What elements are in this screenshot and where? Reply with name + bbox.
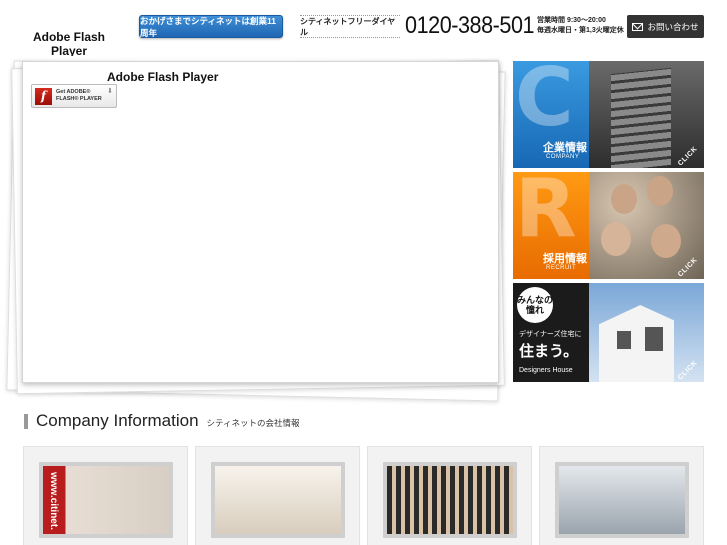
flash-title: Adobe Flash Player bbox=[107, 70, 219, 84]
staff-group-thumb bbox=[383, 462, 517, 538]
thumb-url-text: www.citinet. bbox=[48, 472, 59, 530]
company-label-en: COMPANY bbox=[546, 154, 580, 160]
company-info-heading: Company Information シティネットの会社情報 bbox=[24, 411, 300, 431]
recruit-label-en: RECRUIT bbox=[546, 265, 577, 271]
minna-badge: みんなの憧れ bbox=[517, 287, 553, 323]
company-card-1[interactable]: www.citinet. bbox=[23, 446, 188, 545]
company-label-jp: 企業情報 bbox=[543, 142, 587, 154]
get-flash-line-2: FLASH® PLAYER bbox=[56, 96, 102, 102]
company-card-2[interactable] bbox=[195, 446, 360, 545]
get-flash-line-1: Get ADOBE® bbox=[56, 89, 91, 95]
hours-line-1: 営業時間 9:30〜20:00 bbox=[537, 17, 606, 24]
designers-house-banner[interactable]: みんなの憧れ デザイナーズ住宅に 住まう。 Designers House CL… bbox=[513, 283, 704, 382]
contact-label: お問い合わせ bbox=[647, 21, 699, 32]
recruit-banner[interactable]: R 採用情報 RECRUIT CLICK bbox=[513, 172, 704, 279]
flash-content-area: Adobe Flash Player f Get ADOBE® FLASH® P… bbox=[22, 61, 499, 383]
site-logo-fallback[interactable]: Adobe Flash Player bbox=[24, 30, 114, 56]
company-letter: C bbox=[515, 61, 574, 144]
room-interior-thumb bbox=[211, 462, 345, 538]
get-flash-player-button[interactable]: f Get ADOBE® FLASH® PLAYER ⬇ bbox=[31, 84, 117, 108]
business-hours: 営業時間 9:30〜20:00 毎週水曜日・第1,3火曜定休 bbox=[537, 16, 624, 36]
office-interior-thumb: www.citinet. bbox=[39, 462, 173, 538]
download-arrow-icon: ⬇ bbox=[107, 88, 113, 95]
recruit-label-jp: 採用情報 bbox=[543, 253, 587, 265]
designers-jp-line: デザイナーズ住宅に bbox=[519, 331, 582, 338]
hours-line-2: 毎週水曜日・第1,3火曜定休 bbox=[537, 27, 624, 34]
company-card-4[interactable] bbox=[539, 446, 704, 545]
sumau-text: 住まう。 bbox=[519, 343, 579, 360]
company-info-title-jp: シティネットの会社情報 bbox=[206, 418, 300, 428]
designers-house-en: Designers House bbox=[519, 367, 573, 374]
flash-logo-icon: f bbox=[35, 87, 52, 105]
meeting-thumb bbox=[555, 462, 689, 538]
heading-bar bbox=[24, 413, 28, 429]
company-banner[interactable]: C 企業情報 COMPANY CLICK bbox=[513, 61, 704, 168]
contact-button[interactable]: お問い合わせ bbox=[627, 15, 704, 38]
get-flash-text: Get ADOBE® FLASH® PLAYER bbox=[56, 89, 102, 103]
anniversary-label: おかげさまでシティネットは創業11周年 bbox=[140, 15, 276, 38]
logo-fallback-text: Adobe Flash Player bbox=[32, 30, 105, 56]
phone-number: 0120-388-501 bbox=[405, 12, 535, 39]
anniversary-button[interactable]: おかげさまでシティネットは創業11周年 bbox=[139, 15, 283, 38]
recruit-letter: R bbox=[515, 172, 577, 255]
company-card-3[interactable] bbox=[367, 446, 532, 545]
mail-icon bbox=[632, 22, 644, 31]
freedial-label: シティネットフリーダイヤル bbox=[300, 15, 400, 38]
company-info-title-en: Company Information bbox=[36, 411, 199, 430]
